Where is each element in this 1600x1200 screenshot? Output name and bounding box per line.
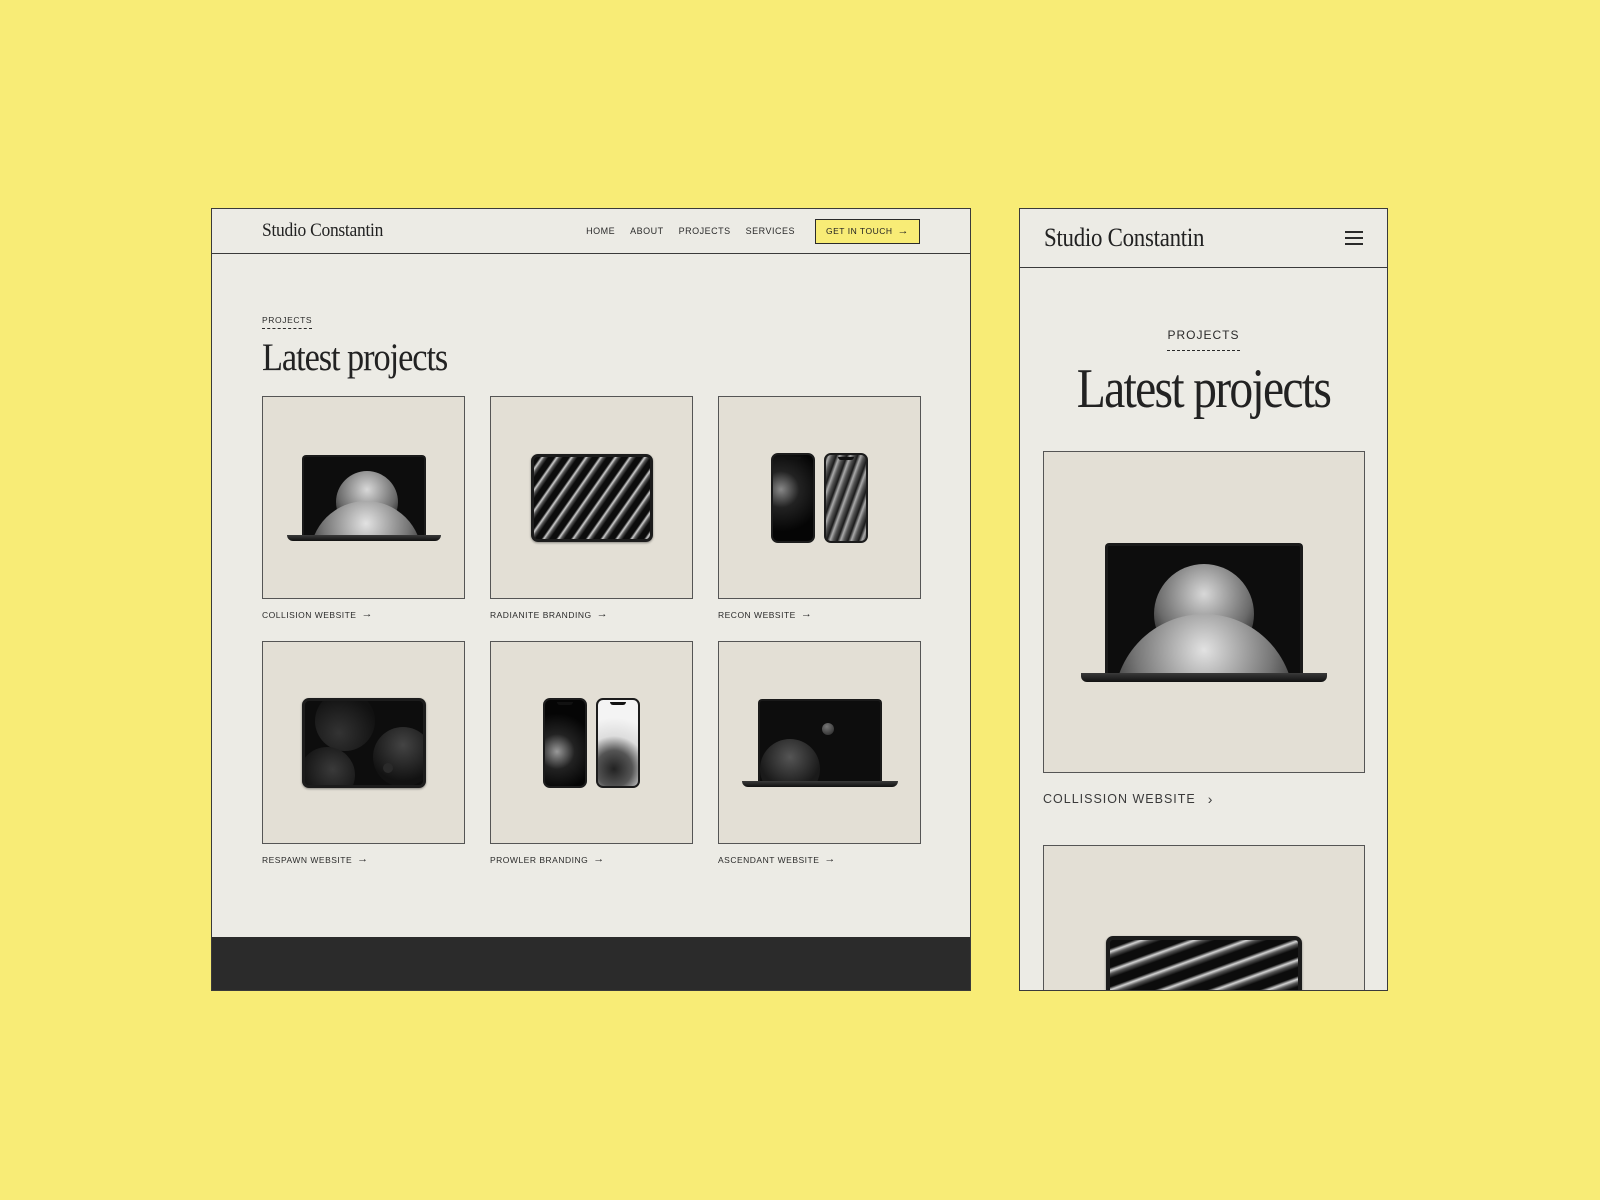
arrow-right-icon: → (361, 608, 373, 620)
main-nav: HOME ABOUT PROJECTS SERVICES GET IN TOUC… (571, 218, 920, 244)
project-title: RESPAWN WEBSITE (262, 854, 353, 865)
mobile-view: Studio Constantin PROJECTS Latest projec… (1019, 208, 1388, 991)
phone-mockup (771, 452, 815, 543)
section-eyebrow: PROJECTS (1167, 328, 1240, 351)
phone-mockup (824, 452, 868, 543)
chevron-right-icon: › (1207, 791, 1214, 807)
arrow-right-icon: → (593, 853, 605, 865)
project-link[interactable]: COLLISION WEBSITE → (262, 609, 465, 620)
laptop-mockup (286, 454, 441, 541)
project-thumbnail[interactable] (1043, 451, 1365, 773)
project-thumbnail[interactable] (718, 396, 921, 599)
projects-section: PROJECTS Latest projects COLLISSION WEBS… (1020, 268, 1387, 990)
mobile-header: Studio Constantin (1020, 209, 1387, 268)
section-title: Latest projects (1076, 358, 1332, 420)
tablet-mockup (301, 697, 426, 788)
cta-label: GET IN TOUCH (826, 226, 893, 236)
project-thumbnail[interactable] (718, 641, 921, 844)
projects-section: PROJECTS Latest projects COLLISION WEBSI… (212, 254, 970, 865)
arrow-right-icon: → (824, 853, 836, 865)
project-thumbnail[interactable] (490, 641, 693, 844)
project-link[interactable]: COLLISSION WEBSITE › (1043, 791, 1364, 807)
project-title: RADIANITE BRANDING (490, 609, 592, 620)
project-link[interactable]: PROWLER BRANDING → (490, 854, 693, 865)
phone-mockup (596, 697, 640, 788)
project-card[interactable]: ASCENDANT WEBSITE → (718, 641, 921, 865)
project-link[interactable]: ASCENDANT WEBSITE → (718, 854, 921, 865)
project-title: RECON WEBSITE (718, 609, 796, 620)
project-thumbnail[interactable] (262, 641, 465, 844)
laptop-mockup (741, 698, 898, 787)
project-card[interactable]: RADIANITE BRANDING → (490, 396, 693, 620)
arrow-right-icon: → (897, 224, 909, 237)
project-title: PROWLER BRANDING (490, 854, 589, 865)
nav-projects[interactable]: PROJECTS (679, 226, 731, 236)
laptop-mockup (1081, 542, 1327, 682)
menu-icon[interactable] (1345, 231, 1363, 245)
get-in-touch-button[interactable]: GET IN TOUCH → (815, 218, 920, 244)
section-title: Latest projects (262, 336, 448, 379)
nav-home[interactable]: HOME (586, 226, 615, 236)
arrow-right-icon: → (357, 853, 369, 865)
arrow-right-icon: → (596, 608, 609, 620)
project-card[interactable]: RESPAWN WEBSITE → (262, 641, 465, 865)
desktop-view: Studio Constantin HOME ABOUT PROJECTS SE… (211, 208, 971, 991)
project-card[interactable]: RECON WEBSITE → (718, 396, 921, 620)
project-title: COLLISSION WEBSITE (1043, 792, 1196, 806)
project-link[interactable]: RADIANITE BRANDING → (490, 609, 693, 620)
project-link[interactable]: RECON WEBSITE → (718, 609, 921, 620)
project-link[interactable]: RESPAWN WEBSITE → (262, 854, 465, 865)
section-eyebrow: PROJECTS (262, 315, 313, 329)
project-thumbnail[interactable] (1043, 845, 1365, 990)
tablet-mockup (1106, 936, 1302, 990)
nav-about[interactable]: ABOUT (630, 226, 664, 236)
footer (212, 937, 970, 990)
project-title: ASCENDANT WEBSITE (718, 854, 820, 865)
nav-services[interactable]: SERVICES (746, 226, 795, 236)
tablet-mockup (530, 453, 653, 542)
arrow-right-icon: → (800, 608, 813, 620)
project-card[interactable]: COLLISION WEBSITE → (262, 396, 465, 620)
header: Studio Constantin HOME ABOUT PROJECTS SE… (212, 209, 970, 254)
brand-logo[interactable]: Studio Constantin (262, 220, 383, 242)
project-card[interactable]: PROWLER BRANDING → (490, 641, 693, 865)
phone-mockup (543, 697, 587, 788)
project-title: COLLISION WEBSITE (262, 609, 357, 620)
project-thumbnail[interactable] (490, 396, 693, 599)
projects-grid: COLLISION WEBSITE → RADIANITE BRANDING → (262, 396, 921, 865)
project-thumbnail[interactable] (262, 396, 465, 599)
brand-logo[interactable]: Studio Constantin (1044, 223, 1204, 253)
